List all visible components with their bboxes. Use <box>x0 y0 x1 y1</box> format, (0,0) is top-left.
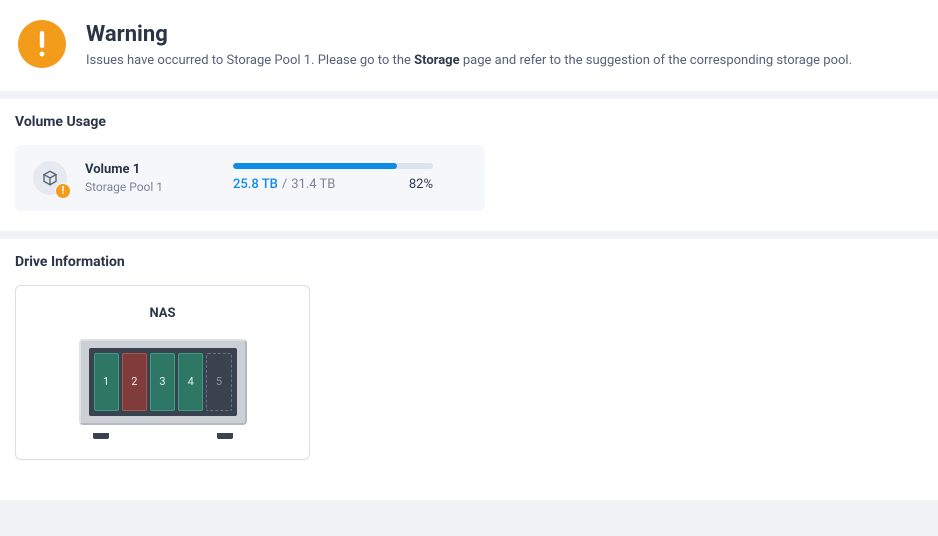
drive-bay-4[interactable]: 4 <box>178 353 203 411</box>
volume-icon-wrap: ! <box>33 161 67 195</box>
volume-usage-title: Volume Usage <box>15 114 923 130</box>
device-label: NAS <box>36 306 289 321</box>
drive-info-panel: Drive Information NAS 12345 <box>0 239 938 500</box>
drive-bay-1[interactable]: 1 <box>94 353 119 411</box>
volume-progress-fill <box>233 163 397 169</box>
volume-percent: 82% <box>409 177 433 192</box>
volume-pool: Storage Pool 1 <box>85 180 215 194</box>
drive-info-title: Drive Information <box>15 254 923 270</box>
volume-usage-panel: Volume Usage ! Volume 1 Storage Pool 1 2… <box>0 99 938 231</box>
volume-name: Volume 1 <box>85 162 215 177</box>
drive-bay-2[interactable]: 2 <box>122 353 147 411</box>
warning-panel: Warning Issues have occurred to Storage … <box>0 0 938 91</box>
warning-title: Warning <box>86 22 923 47</box>
warning-icon <box>18 20 66 68</box>
volume-card[interactable]: ! Volume 1 Storage Pool 1 25.8 TB / 31.4… <box>15 145 485 211</box>
drive-bay-5[interactable]: 5 <box>206 353 231 411</box>
volume-used: 25.8 TB <box>233 177 278 192</box>
volume-progress-bar <box>233 163 433 169</box>
drive-box: NAS 12345 <box>15 285 310 460</box>
volume-total: 31.4 TB <box>291 177 335 192</box>
drive-bay-3[interactable]: 3 <box>150 353 175 411</box>
warning-message: Issues have occurred to Storage Pool 1. … <box>86 51 923 71</box>
nas-chassis: 12345 <box>79 339 247 425</box>
volume-warning-badge-icon: ! <box>55 183 71 199</box>
